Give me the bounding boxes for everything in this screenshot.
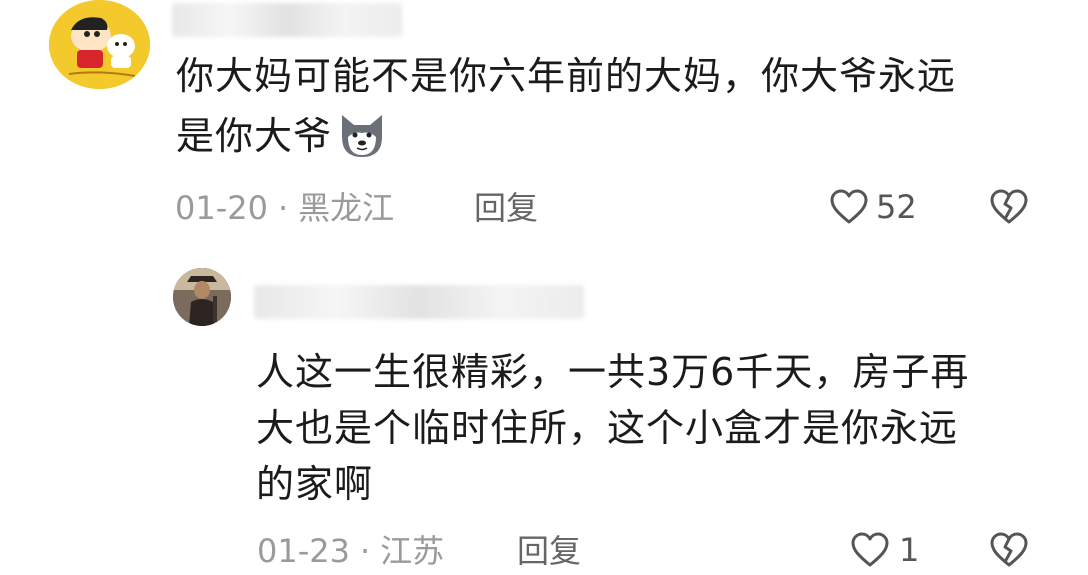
comment-location: 黑龙江 bbox=[298, 189, 395, 227]
husky-dog-emoji-icon bbox=[336, 111, 388, 161]
comment-text-line: 人这一生很精彩，一共3万6千天，房子再 bbox=[256, 350, 970, 394]
reply-button[interactable]: 回复 bbox=[474, 188, 538, 228]
like-count: 52 bbox=[876, 188, 917, 226]
comment-text-line: 大也是个临时住所，这个小盒才是你永远 bbox=[256, 406, 959, 450]
comment-date: 01-20 bbox=[175, 189, 268, 227]
comment-meta: 01-20 · 黑龙江 bbox=[175, 188, 394, 228]
comment-meta: 01-23 · 江苏 bbox=[257, 531, 444, 571]
comment-text-line: 你大妈可能不是你六年前的大妈，你大爷永远 bbox=[176, 54, 957, 98]
meta-separator: · bbox=[359, 532, 371, 570]
username-redacted[interactable] bbox=[254, 285, 584, 319]
meta-separator: · bbox=[277, 189, 289, 227]
comment-text-line: 的家啊 bbox=[256, 462, 374, 506]
dislike-button[interactable] bbox=[990, 189, 1028, 225]
avatar[interactable] bbox=[49, 0, 150, 89]
like-button[interactable]: 1 bbox=[851, 530, 919, 570]
like-count: 1 bbox=[899, 531, 920, 569]
heart-outline-icon bbox=[830, 189, 868, 225]
avatar[interactable] bbox=[173, 268, 231, 326]
comment-text: 是你大爷 bbox=[176, 114, 333, 158]
broken-heart-icon bbox=[990, 189, 1028, 225]
username-redacted[interactable] bbox=[172, 3, 402, 37]
reply-button[interactable]: 回复 bbox=[517, 531, 581, 571]
broken-heart-icon bbox=[990, 532, 1028, 568]
comment-text-line: 是你大爷 bbox=[176, 107, 388, 165]
dislike-button[interactable] bbox=[990, 532, 1028, 568]
comment-location: 江苏 bbox=[380, 532, 445, 570]
heart-outline-icon bbox=[851, 532, 889, 568]
comment-date: 01-23 bbox=[257, 532, 350, 570]
like-button[interactable]: 52 bbox=[830, 187, 917, 227]
